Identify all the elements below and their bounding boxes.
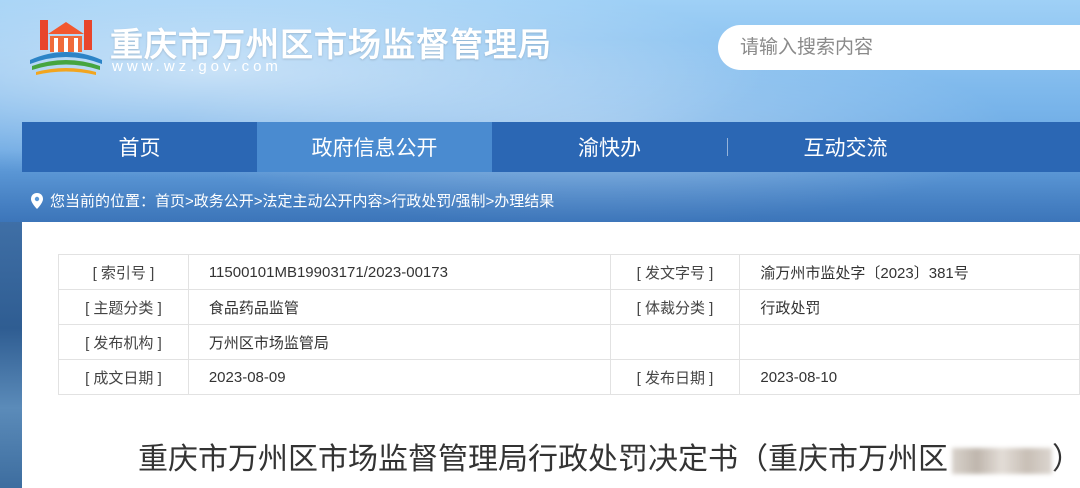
document-title-text: 重庆市万州区市场监督管理局行政处罚决定书（重庆市万州区 [138,443,948,476]
meta-label: [ 索引号 ] [58,254,189,290]
breadcrumb-prefix: 您当前的位置： [50,193,156,210]
meta-label: [ 主题分类 ] [58,289,189,325]
meta-value [739,324,1080,360]
meta-value: 行政处罚 [739,289,1080,325]
government-building-logo [30,20,102,75]
nav-item-gov-info[interactable]: 政府信息公开 [257,122,492,172]
search-box[interactable] [718,25,1080,70]
breadcrumb-gov-affairs[interactable]: >政务公开 [185,190,254,211]
meta-label: [ 成文日期 ] [58,359,189,395]
nav-item-home[interactable]: 首页 [22,122,257,172]
meta-value: 渝万州市监处字〔2023〕381号 [739,254,1080,290]
breadcrumb-home[interactable]: 首页 [155,190,185,211]
nav-item-yukuaiban[interactable]: 渝快办 [492,122,727,172]
meta-value: 万州区市场监管局 [187,324,611,360]
meta-value: 11500101MB19903171/2023-00173 [187,254,611,290]
meta-label: [ 发布机构 ] [58,324,189,360]
breadcrumb-result[interactable]: >办理结果 [486,190,555,211]
document-title: 重庆市万州区市场监督管理局行政处罚决定书（重庆市万州区 ） [138,434,1080,478]
site-url: www.wz.gov.com [112,58,282,75]
table-row: [ 成文日期 ] 2023-08-09 [ 发布日期 ] 2023-08-10 [58,359,1080,395]
meta-value: 2023-08-10 [739,359,1080,395]
meta-value: 2023-08-09 [187,359,611,395]
breadcrumb-penalty[interactable]: >行政处罚/强制 [383,190,486,211]
meta-label: [ 发文字号 ] [609,254,741,290]
meta-label: [ 体裁分类 ] [609,289,741,325]
content-panel: [ 索引号 ] 11500101MB19903171/2023-00173 [ … [22,222,1080,488]
document-meta-table: [ 索引号 ] 11500101MB19903171/2023-00173 [ … [58,254,1080,395]
table-row: [ 发布机构 ] 万州区市场监管局 [58,324,1080,360]
document-title-suffix: ） [1052,443,1080,476]
breadcrumb: 您当前的位置： 首页 >政务公开 >法定主动公开内容 >行政处罚/强制 >办理结… [30,190,554,211]
location-pin-icon [31,192,43,209]
search-input[interactable] [738,35,1062,60]
meta-value: 食品药品监管 [187,289,611,325]
left-background-strip [0,222,22,488]
table-row: [ 主题分类 ] 食品药品监管 [ 体裁分类 ] 行政处罚 [58,289,1080,325]
redacted-text [952,448,1052,475]
table-row: [ 索引号 ] 11500101MB19903171/2023-00173 [ … [58,254,1080,290]
breadcrumb-statutory[interactable]: >法定主动公开内容 [254,190,383,211]
nav-item-interaction[interactable]: 互动交流 [728,122,963,172]
meta-label [609,324,741,360]
main-nav: 首页 政府信息公开 渝快办 互动交流 [22,122,1080,172]
meta-label: [ 发布日期 ] [609,359,741,395]
